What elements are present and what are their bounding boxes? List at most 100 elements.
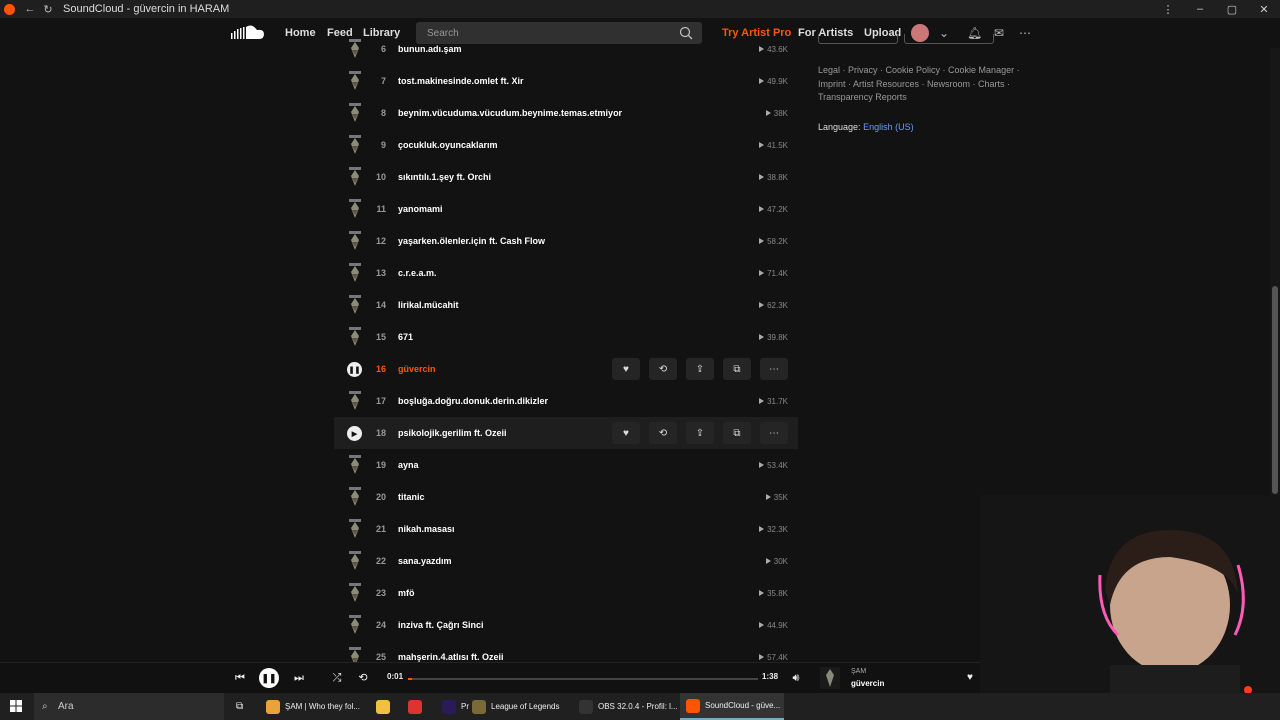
track-row[interactable]: 12 yaşarken.ölenler.için ft. Cash Flow 58.… xyxy=(334,225,798,257)
progress-bar[interactable] xyxy=(408,678,758,680)
now-playing-artist[interactable]: ŞAM xyxy=(851,668,866,675)
track-artwork[interactable] xyxy=(346,518,364,540)
track-artwork[interactable] xyxy=(346,134,364,156)
skip-previous-icon[interactable]: ⏮︎ xyxy=(232,670,248,686)
track-artwork[interactable] xyxy=(346,390,364,412)
track-row[interactable]: 11 yanomami 47.2K xyxy=(334,193,798,225)
track-artwork[interactable] xyxy=(346,198,364,220)
taskbar-search-input[interactable]: ⌕ Ara xyxy=(34,693,224,720)
copy-link-icon[interactable]: ⧉ xyxy=(723,358,751,380)
repost-icon[interactable]: ⟲ xyxy=(649,358,677,380)
share-icon[interactable]: ⇪ xyxy=(686,422,714,444)
footer-links-line2[interactable]: Imprint · Artist Resources · Newsroom · … xyxy=(818,78,1048,92)
reload-icon[interactable]: ↻ xyxy=(39,3,57,16)
track-artwork[interactable] xyxy=(346,230,364,252)
track-title[interactable]: sana.yazdım xyxy=(398,556,452,566)
play-icon[interactable]: ▶ xyxy=(347,426,362,441)
close-icon[interactable]: ✕ xyxy=(1248,3,1280,16)
track-title[interactable]: güvercin xyxy=(398,364,436,374)
minimize-icon[interactable]: – xyxy=(1184,3,1216,15)
track-title[interactable]: inziva ft. Çağrı Sinci xyxy=(398,620,484,630)
track-artwork[interactable] xyxy=(346,614,364,636)
taskbar-app[interactable]: League of Legends xyxy=(466,693,566,720)
repost-icon[interactable]: ⟲ xyxy=(649,422,677,444)
footer-links-line3[interactable]: Transparency Reports xyxy=(818,91,1048,105)
track-row[interactable]: ▶ 18 psikolojik.gerilim ft. Ozeii ♥ ⟲ ⇪ ⧉ ⋯ xyxy=(334,417,798,449)
track-title[interactable]: nikah.masası xyxy=(398,524,455,534)
taskbar-app[interactable]: ŞAM | Who they fol... xyxy=(260,693,366,720)
skip-next-icon[interactable]: ⏭︎ xyxy=(291,670,307,686)
browser-menu-icon[interactable]: ⋮ xyxy=(1152,3,1184,16)
track-title[interactable]: ayna xyxy=(398,460,419,470)
track-artwork[interactable] xyxy=(346,326,364,348)
volume-icon[interactable]: 🔊︎ xyxy=(788,670,804,686)
pause-icon[interactable]: ❚❚ xyxy=(347,362,362,377)
like-heart-icon[interactable]: ♥ xyxy=(963,670,977,686)
track-title[interactable]: mfö xyxy=(398,588,415,598)
shuffle-icon[interactable]: ⤮ xyxy=(329,670,345,686)
language-selector[interactable]: Language: English (US) xyxy=(818,121,1048,135)
soundcloud-logo-icon[interactable] xyxy=(231,24,265,42)
track-title[interactable]: yanomami xyxy=(398,204,443,214)
track-artwork[interactable] xyxy=(346,70,364,92)
task-view-icon[interactable]: ⧉ xyxy=(230,693,249,720)
track-row[interactable]: 20 titanic 35K xyxy=(334,481,798,513)
track-artwork[interactable] xyxy=(346,486,364,508)
track-title[interactable]: mahşerin.4.atlısı ft. Ozeii xyxy=(398,652,504,662)
track-title[interactable]: sıkıntılı.1.şey ft. Orchi xyxy=(398,172,491,182)
track-row[interactable]: 13 c.r.e.a.m. 71.4K xyxy=(334,257,798,289)
nav-home[interactable]: Home xyxy=(285,18,316,48)
mail-icon[interactable]: ✉ xyxy=(992,26,1006,40)
track-title[interactable]: tost.makinesinde.omlet ft. Xir xyxy=(398,76,524,86)
taskbar-app[interactable] xyxy=(370,693,396,720)
track-title[interactable]: bunun.adı.şam xyxy=(398,44,462,54)
repeat-icon[interactable]: ⟲ xyxy=(355,670,371,686)
sidebar-button-partial[interactable] xyxy=(904,34,994,44)
track-row[interactable]: 15 671 39.8K xyxy=(334,321,798,353)
track-row[interactable]: 14 lirikal.mücahit 62.3K xyxy=(334,289,798,321)
windows-start-icon[interactable] xyxy=(10,700,22,712)
track-row[interactable]: 9 çocukluk.oyuncaklarım 41.5K xyxy=(334,129,798,161)
pause-button[interactable]: ❚❚ xyxy=(259,668,279,688)
more-options-icon[interactable]: ⋯ xyxy=(760,422,788,444)
track-artwork[interactable] xyxy=(346,550,364,572)
track-artwork[interactable] xyxy=(346,262,364,284)
track-row[interactable]: 6 bunun.adı.şam 43.6K xyxy=(334,33,798,65)
taskbar-app[interactable]: Pr xyxy=(436,693,469,720)
share-icon[interactable]: ⇪ xyxy=(686,358,714,380)
track-artwork[interactable] xyxy=(346,166,364,188)
now-playing-artwork[interactable] xyxy=(820,667,840,689)
track-row[interactable]: 7 tost.makinesinde.omlet ft. Xir 49.9K xyxy=(334,65,798,97)
maximize-icon[interactable]: ▢ xyxy=(1216,3,1248,16)
taskbar-app[interactable] xyxy=(402,693,428,720)
track-row[interactable]: 10 sıkıntılı.1.şey ft. Orchi 38.8K xyxy=(334,161,798,193)
more-options-icon[interactable]: ⋯ xyxy=(1018,26,1032,40)
track-title[interactable]: c.r.e.a.m. xyxy=(398,268,437,278)
more-options-icon[interactable]: ⋯ xyxy=(760,358,788,380)
track-row[interactable]: 19 ayna 53.4K xyxy=(334,449,798,481)
track-row[interactable]: 24 inziva ft. Çağrı Sinci 44.9K xyxy=(334,609,798,641)
taskbar-app[interactable]: SoundCloud - güve... xyxy=(680,693,784,720)
footer-links-line1[interactable]: Legal · Privacy · Cookie Policy · Cookie… xyxy=(818,64,1048,78)
track-title[interactable]: boşluğa.doğru.donuk.derin.dikizler xyxy=(398,396,548,406)
track-artwork[interactable] xyxy=(346,454,364,476)
track-row[interactable]: 23 mfö 35.8K xyxy=(334,577,798,609)
track-title[interactable]: titanic xyxy=(398,492,425,502)
track-title[interactable]: çocukluk.oyuncaklarım xyxy=(398,140,498,150)
track-row[interactable]: 17 boşluğa.doğru.donuk.derin.dikizler 31.7… xyxy=(334,385,798,417)
track-title[interactable]: beynim.vücuduma.vücudum.beynime.temas.et… xyxy=(398,108,622,118)
language-value[interactable]: English (US) xyxy=(863,122,914,132)
track-title[interactable]: 671 xyxy=(398,332,413,342)
track-row[interactable]: ❚❚ 16 güvercin ♥ ⟲ ⇪ ⧉ ⋯ xyxy=(334,353,798,385)
sidebar-button-partial[interactable] xyxy=(818,34,898,44)
track-title[interactable]: psikolojik.gerilim ft. Ozeii xyxy=(398,428,507,438)
track-artwork[interactable] xyxy=(346,102,364,124)
track-title[interactable]: yaşarken.ölenler.için ft. Cash Flow xyxy=(398,236,545,246)
taskbar-app[interactable]: OBS 32.0.4 - Profil: l... xyxy=(573,693,678,720)
scrollbar-thumb[interactable] xyxy=(1272,286,1278,494)
track-row[interactable]: 21 nikah.masası 32.3K xyxy=(334,513,798,545)
track-artwork[interactable] xyxy=(346,294,364,316)
track-row[interactable]: 22 sana.yazdım 30K xyxy=(334,545,798,577)
like-heart-icon[interactable]: ♥ xyxy=(612,422,640,444)
back-arrow-icon[interactable]: ← xyxy=(21,3,39,15)
